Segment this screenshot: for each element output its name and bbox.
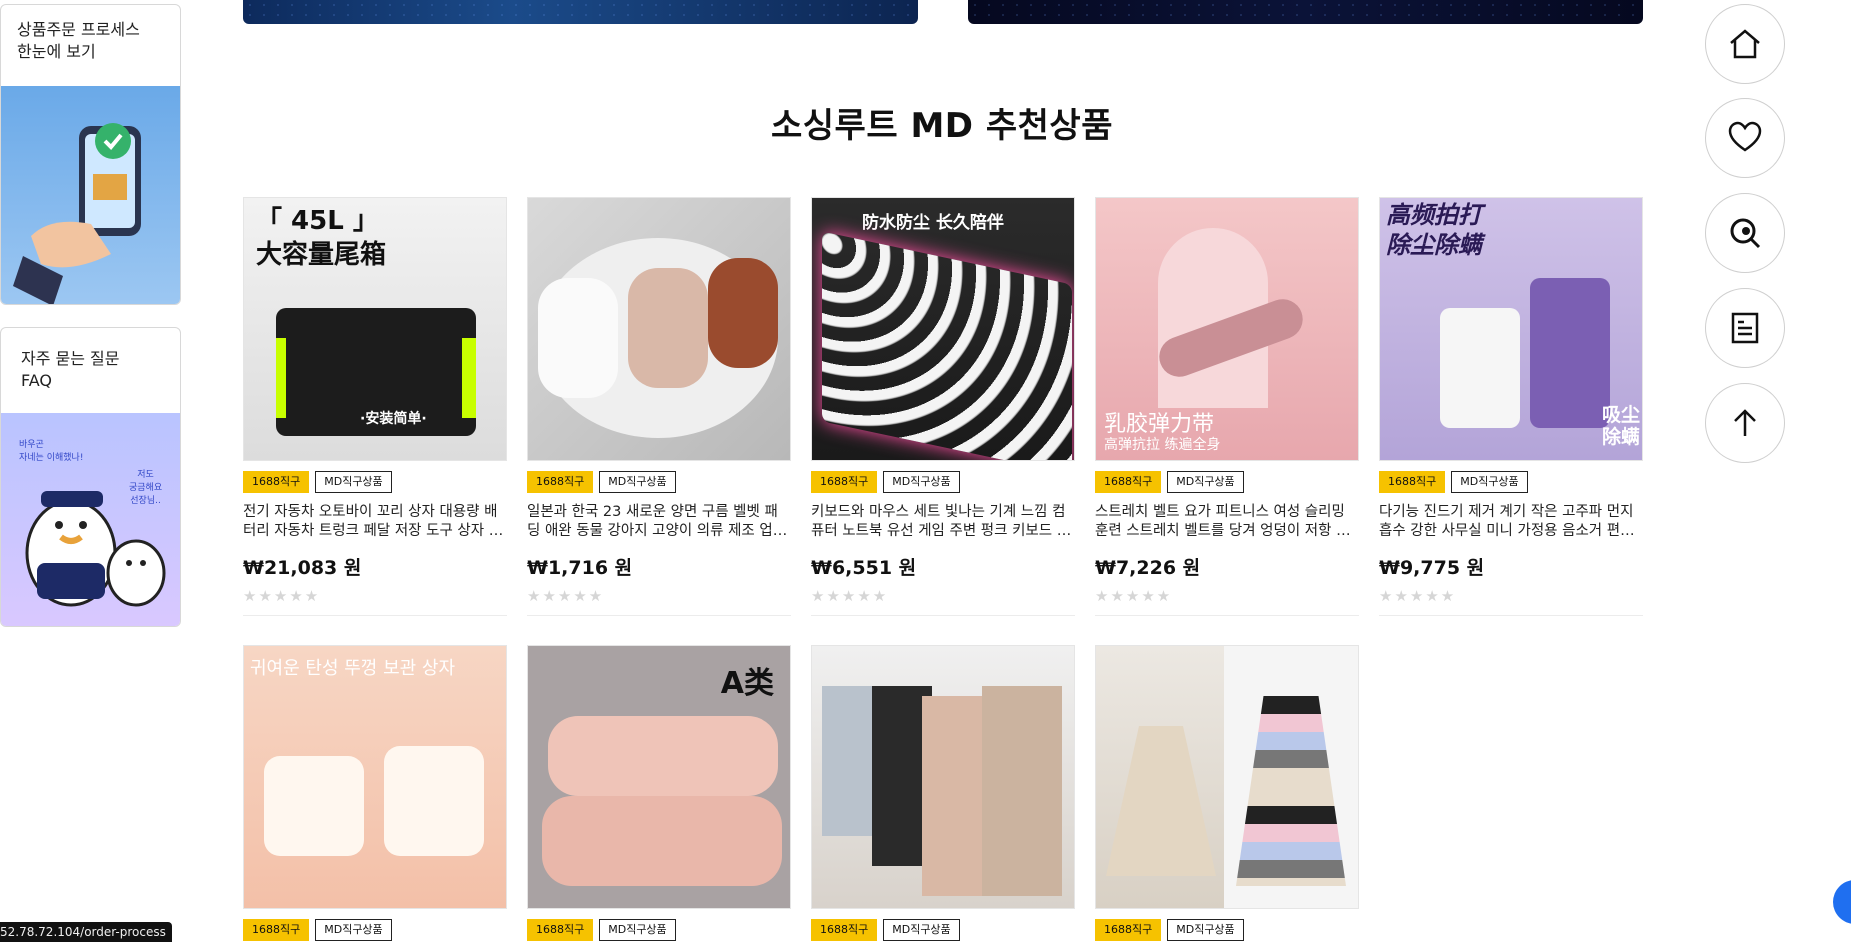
product-name[interactable]: 일본과 한국 23 새로운 양면 구름 벨벳 패딩 애완 동물 강아지 고양이 …	[527, 503, 791, 541]
badge-1688: 1688직구	[1095, 919, 1162, 941]
product-badges: 1688직구 MD직구상품	[1095, 471, 1359, 493]
recent-view-icon	[1730, 218, 1761, 249]
product-card[interactable]: 1688직구 MD직구상품 일본과 한국 23 새로운 양면 구름 벨벳 패딩 …	[527, 197, 791, 616]
product-card[interactable]: 高频拍打 除尘除螨 吸尘 除螨 1688직구 MD직구상품 다기능 진드기 제거…	[1379, 197, 1643, 616]
rating-stars: ★★★★★	[1095, 587, 1359, 616]
product-badges: 1688직구 MD직구상품	[527, 919, 791, 941]
badge-md: MD직구상품	[883, 919, 960, 941]
badge-md: MD직구상품	[1451, 471, 1528, 493]
product-price: ₩6,551 원	[811, 557, 917, 579]
badge-1688: 1688직구	[1095, 471, 1162, 493]
product-name[interactable]: 전기 자동차 오토바이 꼬리 상자 대용량 배터리 자동차 트렁크 페달 저장 …	[243, 503, 507, 541]
product-card[interactable]: 乳胶弹力带 高弹抗拉 练遍全身 1688직구 MD직구상품 스트레치 벨트 요가…	[1095, 197, 1359, 616]
product-name[interactable]: 다기능 진드기 제거 계기 작은 고주파 먼지 흡수 강한 사무실 미니 가정용…	[1379, 503, 1643, 541]
faq-card-title: 자주 묻는 질문 FAQ	[21, 349, 120, 390]
product-thumbnail[interactable]: A类	[527, 645, 791, 909]
badge-1688: 1688직구	[243, 919, 310, 941]
badge-1688: 1688직구	[1379, 471, 1446, 493]
rating-stars: ★★★★★	[243, 587, 507, 616]
badge-md: MD직구상품	[883, 471, 960, 493]
product-card[interactable]: 1688직구 MD직구상품	[811, 645, 1075, 941]
product-thumbnail[interactable]	[527, 197, 791, 461]
product-price: ₩1,716 원	[527, 557, 633, 579]
product-badges: 1688직구 MD직구상품	[243, 471, 507, 493]
section-title: 소싱루트 MD 추천상품	[771, 106, 1113, 146]
product-badges: 1688직구 MD직구상품	[811, 919, 1075, 941]
recent-view-button[interactable]	[1705, 193, 1785, 273]
badge-1688: 1688직구	[811, 919, 878, 941]
document-icon	[1731, 312, 1759, 344]
badge-md: MD직구상품	[599, 919, 676, 941]
badge-1688: 1688직구	[811, 471, 878, 493]
product-card[interactable]: 防水防尘 长久陪伴 1688직구 MD직구상품 키보드와 마우스 세트 빛나는 …	[811, 197, 1075, 616]
product-badges: 1688직구 MD직구상품	[243, 919, 507, 941]
product-thumbnail[interactable]	[811, 645, 1075, 909]
badge-md: MD직구상품	[599, 471, 676, 493]
arrow-up-icon	[1734, 409, 1756, 436]
order-process-card-title: 상품주문 프로세스 한눈에 보기	[17, 20, 140, 61]
badge-md: MD직구상품	[315, 471, 392, 493]
towel-image	[548, 716, 778, 796]
product-price: ₩9,775 원	[1379, 557, 1485, 579]
product-thumbnail[interactable]: 귀여운 탄성 뚜껑 보관 상자	[243, 645, 507, 909]
rating-stars: ★★★★★	[1379, 587, 1643, 616]
rating-stars: ★★★★★	[527, 587, 791, 616]
chat-button[interactable]	[1833, 880, 1851, 924]
status-bar-url: 52.78.72.104/order-process	[0, 922, 172, 942]
product-badges: 1688직구 MD직구상품	[811, 471, 1075, 493]
coat-image	[982, 686, 1062, 896]
badge-md: MD직구상품	[1167, 919, 1244, 941]
product-badges: 1688직구 MD직구상품	[1095, 919, 1359, 941]
wishlist-button[interactable]	[1705, 98, 1785, 178]
product-price: ₩21,083 원	[243, 557, 362, 579]
badge-1688: 1688직구	[243, 471, 310, 493]
faq-mascot-illustration: 바우곤 자네는 이해했나! 저도 궁금해요 선장님..	[1, 413, 180, 626]
heart-icon	[1728, 121, 1762, 152]
home-icon	[1730, 29, 1760, 59]
top-banner-left[interactable]	[243, 0, 918, 24]
badge-md: MD직구상품	[315, 919, 392, 941]
scroll-top-button[interactable]	[1705, 383, 1785, 463]
product-badges: 1688직구 MD직구상품	[1379, 471, 1643, 493]
product-card[interactable]: 1688직구 MD직구상품	[1095, 645, 1359, 941]
product-thumbnail[interactable]	[1095, 645, 1359, 909]
top-banner-right[interactable]	[968, 0, 1643, 24]
product-card[interactable]: A类 1688직구 MD직구상품	[527, 645, 791, 941]
badge-1688: 1688직구	[527, 919, 594, 941]
product-price: ₩7,226 원	[1095, 557, 1201, 579]
product-thumbnail[interactable]: 乳胶弹力带 高弹抗拉 练遍全身	[1095, 197, 1359, 461]
product-card[interactable]: 「 45L 」 大容量尾箱 ·安装简单· 1688직구 MD직구상품 전기 자동…	[243, 197, 507, 616]
badge-md: MD직구상품	[1167, 471, 1244, 493]
product-name[interactable]: 키보드와 마우스 세트 빛나는 기계 느낌 컴퓨터 노트북 유선 게임 주변 펑…	[811, 503, 1075, 541]
product-card[interactable]: 귀여운 탄성 뚜껑 보관 상자 1688직구 MD직구상품	[243, 645, 507, 941]
product-thumbnail[interactable]: 防水防尘 长久陪伴	[811, 197, 1075, 461]
faq-card[interactable]: 자주 묻는 질문 FAQ 바우곤 자네는 이해했나! 저도 궁금해요 선장님..	[0, 327, 181, 627]
order-process-card[interactable]: 상품주문 프로세스 한눈에 보기	[0, 4, 181, 305]
notice-button[interactable]	[1705, 288, 1785, 368]
badge-1688: 1688직구	[527, 471, 594, 493]
home-button[interactable]	[1705, 4, 1785, 84]
product-name[interactable]: 스트레치 벨트 요가 피트니스 여성 슬리밍 훈련 스트레치 벨트를 당겨 엉덩…	[1095, 503, 1359, 541]
keyboard-image	[822, 231, 1072, 460]
product-thumbnail[interactable]: 高频拍打 除尘除螨 吸尘 除螨	[1379, 197, 1643, 461]
product-badges: 1688직구 MD직구상품	[527, 471, 791, 493]
product-thumbnail[interactable]: 「 45L 」 大容量尾箱 ·安装简单·	[243, 197, 507, 461]
rating-stars: ★★★★★	[811, 587, 1075, 616]
